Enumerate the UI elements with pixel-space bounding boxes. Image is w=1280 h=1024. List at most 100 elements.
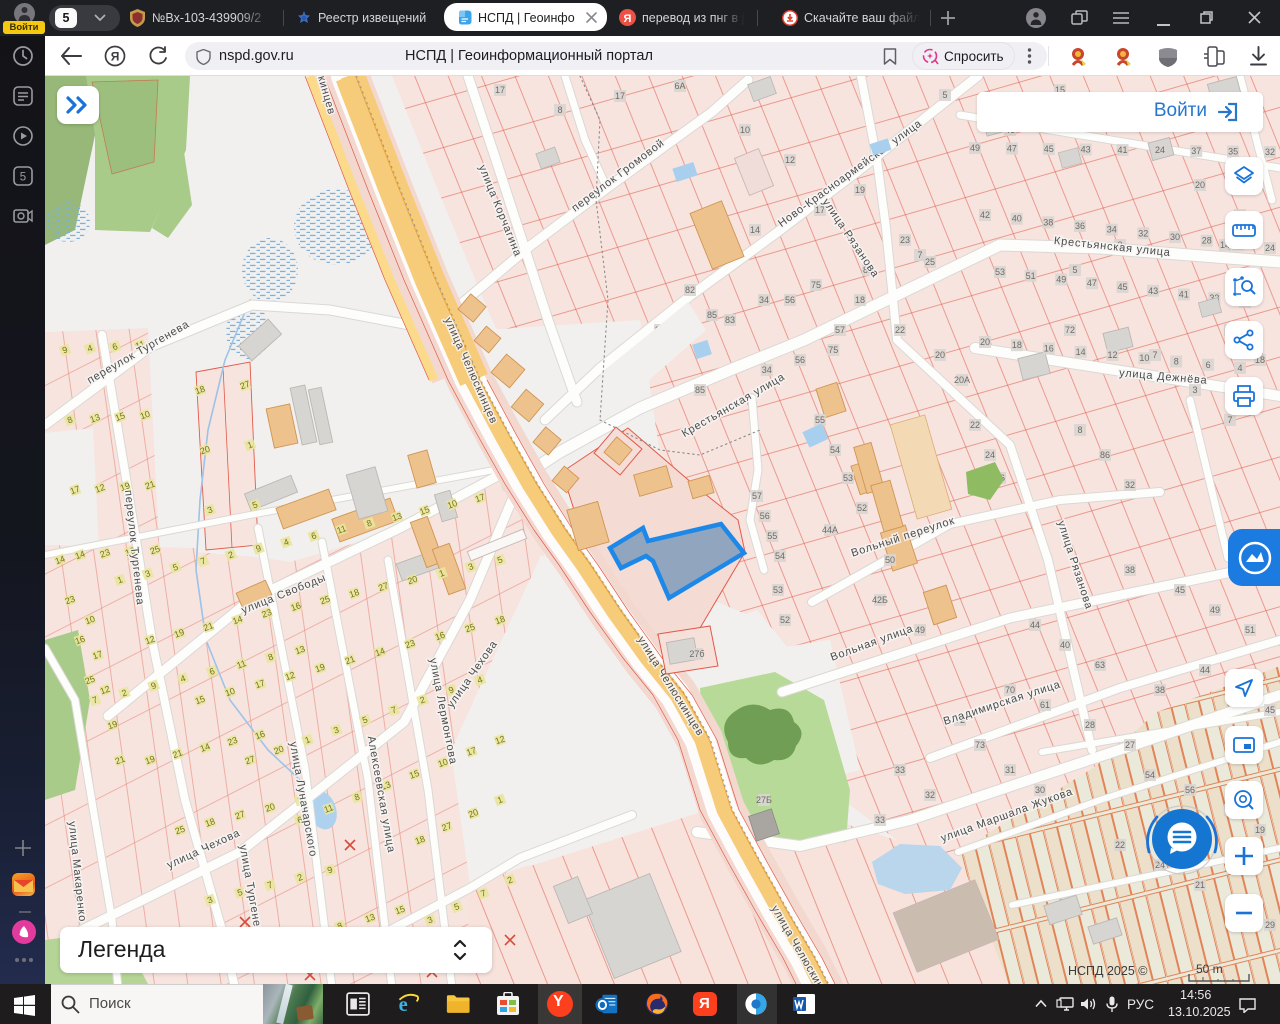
svg-text:32: 32 bbox=[1125, 480, 1135, 490]
svg-text:18: 18 bbox=[1012, 340, 1022, 350]
svg-text:38: 38 bbox=[1125, 565, 1135, 575]
svg-text:41: 41 bbox=[1117, 145, 1127, 155]
svg-text:55: 55 bbox=[815, 415, 825, 425]
svg-text:86: 86 bbox=[1100, 450, 1110, 460]
svg-text:57: 57 bbox=[835, 325, 845, 335]
svg-text:35: 35 bbox=[1228, 147, 1238, 157]
svg-text:52: 52 bbox=[780, 615, 790, 625]
svg-text:45: 45 bbox=[1175, 585, 1185, 595]
svg-text:24: 24 bbox=[1155, 145, 1165, 155]
svg-text:45: 45 bbox=[1265, 705, 1275, 715]
svg-text:53: 53 bbox=[773, 585, 783, 595]
svg-text:22: 22 bbox=[895, 325, 905, 335]
svg-text:27: 27 bbox=[1125, 740, 1135, 750]
svg-text:82: 82 bbox=[685, 285, 695, 295]
svg-text:24: 24 bbox=[985, 450, 995, 460]
svg-text:63: 63 bbox=[1095, 660, 1105, 670]
svg-text:7: 7 bbox=[917, 250, 922, 260]
svg-text:42: 42 bbox=[980, 210, 990, 220]
svg-text:57: 57 bbox=[752, 491, 762, 501]
svg-text:61: 61 bbox=[1040, 700, 1050, 710]
svg-text:27б: 27б bbox=[689, 649, 704, 659]
svg-text:10: 10 bbox=[740, 125, 750, 135]
svg-text:40: 40 bbox=[1060, 640, 1070, 650]
svg-text:30: 30 bbox=[1035, 785, 1045, 795]
svg-text:44: 44 bbox=[1030, 620, 1040, 630]
svg-text:22: 22 bbox=[970, 420, 980, 430]
svg-text:53: 53 bbox=[843, 473, 853, 483]
svg-text:32: 32 bbox=[1265, 147, 1275, 157]
svg-text:42Б: 42Б bbox=[872, 595, 888, 605]
svg-text:56: 56 bbox=[1185, 785, 1195, 795]
svg-text:55: 55 bbox=[767, 531, 777, 541]
svg-text:44: 44 bbox=[1200, 665, 1210, 675]
svg-text:41: 41 bbox=[1179, 290, 1189, 300]
svg-text:22: 22 bbox=[1115, 840, 1125, 850]
svg-text:6А: 6А bbox=[674, 81, 685, 91]
svg-text:43: 43 bbox=[1081, 145, 1091, 155]
svg-text:28: 28 bbox=[1202, 236, 1212, 246]
svg-text:3: 3 bbox=[1192, 385, 1197, 395]
svg-text:56: 56 bbox=[760, 511, 770, 521]
svg-text:51: 51 bbox=[1026, 271, 1036, 281]
svg-text:7: 7 bbox=[1227, 415, 1232, 425]
svg-text:17: 17 bbox=[495, 85, 505, 95]
svg-text:85: 85 bbox=[707, 310, 717, 320]
svg-text:54: 54 bbox=[830, 445, 840, 455]
svg-text:37: 37 bbox=[1191, 146, 1201, 156]
svg-text:8: 8 bbox=[1077, 425, 1082, 435]
svg-text:12: 12 bbox=[785, 155, 795, 165]
svg-text:40: 40 bbox=[1012, 214, 1022, 224]
svg-text:33: 33 bbox=[875, 815, 885, 825]
svg-text:19: 19 bbox=[855, 185, 865, 195]
svg-text:27Б: 27Б bbox=[756, 795, 772, 805]
svg-text:50: 50 bbox=[885, 555, 895, 565]
svg-text:23: 23 bbox=[900, 235, 910, 245]
svg-text:24: 24 bbox=[1265, 243, 1275, 253]
svg-text:38: 38 bbox=[1043, 217, 1053, 227]
svg-text:43: 43 bbox=[1148, 286, 1158, 296]
svg-text:20А: 20А bbox=[954, 375, 970, 385]
svg-text:56: 56 bbox=[795, 355, 805, 365]
svg-text:Я: Я bbox=[624, 13, 632, 25]
svg-text:34: 34 bbox=[759, 295, 769, 305]
svg-text:44А: 44А bbox=[822, 525, 838, 535]
svg-text:73: 73 bbox=[975, 740, 985, 750]
svg-text:12: 12 bbox=[1107, 350, 1117, 360]
svg-text:52: 52 bbox=[857, 503, 867, 513]
svg-text:34: 34 bbox=[762, 365, 772, 375]
svg-text:19: 19 bbox=[1255, 825, 1265, 835]
svg-text:36: 36 bbox=[1075, 221, 1085, 231]
svg-text:10: 10 bbox=[1139, 353, 1149, 363]
svg-text:5: 5 bbox=[942, 90, 947, 100]
svg-text:21: 21 bbox=[1195, 880, 1205, 890]
svg-text:85: 85 bbox=[695, 385, 705, 395]
svg-text:6: 6 bbox=[1206, 360, 1211, 370]
svg-text:32: 32 bbox=[925, 790, 935, 800]
svg-text:31: 31 bbox=[1005, 765, 1015, 775]
svg-text:51: 51 bbox=[1245, 625, 1255, 635]
svg-text:5: 5 bbox=[20, 172, 26, 184]
svg-text:47: 47 bbox=[1087, 278, 1097, 288]
svg-text:28: 28 bbox=[1085, 720, 1095, 730]
svg-text:5: 5 bbox=[1072, 265, 1077, 275]
svg-text:16: 16 bbox=[1044, 344, 1054, 354]
svg-text:7: 7 bbox=[1152, 350, 1157, 360]
svg-text:20: 20 bbox=[1195, 180, 1205, 190]
svg-text:33: 33 bbox=[895, 765, 905, 775]
svg-text:45: 45 bbox=[1044, 144, 1054, 154]
svg-text:8: 8 bbox=[1174, 357, 1179, 367]
svg-text:72: 72 bbox=[1065, 325, 1075, 335]
svg-text:Я: Я bbox=[111, 50, 120, 64]
svg-text:17: 17 bbox=[615, 91, 625, 101]
svg-text:38: 38 bbox=[1155, 685, 1165, 695]
svg-text:18: 18 bbox=[855, 295, 865, 305]
svg-text:47: 47 bbox=[1007, 144, 1017, 154]
svg-text:54: 54 bbox=[1145, 770, 1155, 780]
svg-text:49: 49 bbox=[1210, 605, 1220, 615]
svg-text:25: 25 bbox=[925, 257, 935, 267]
svg-text:32: 32 bbox=[1138, 228, 1148, 238]
svg-text:54: 54 bbox=[775, 551, 785, 561]
svg-text:49: 49 bbox=[970, 143, 980, 153]
svg-text:83: 83 bbox=[725, 315, 735, 325]
